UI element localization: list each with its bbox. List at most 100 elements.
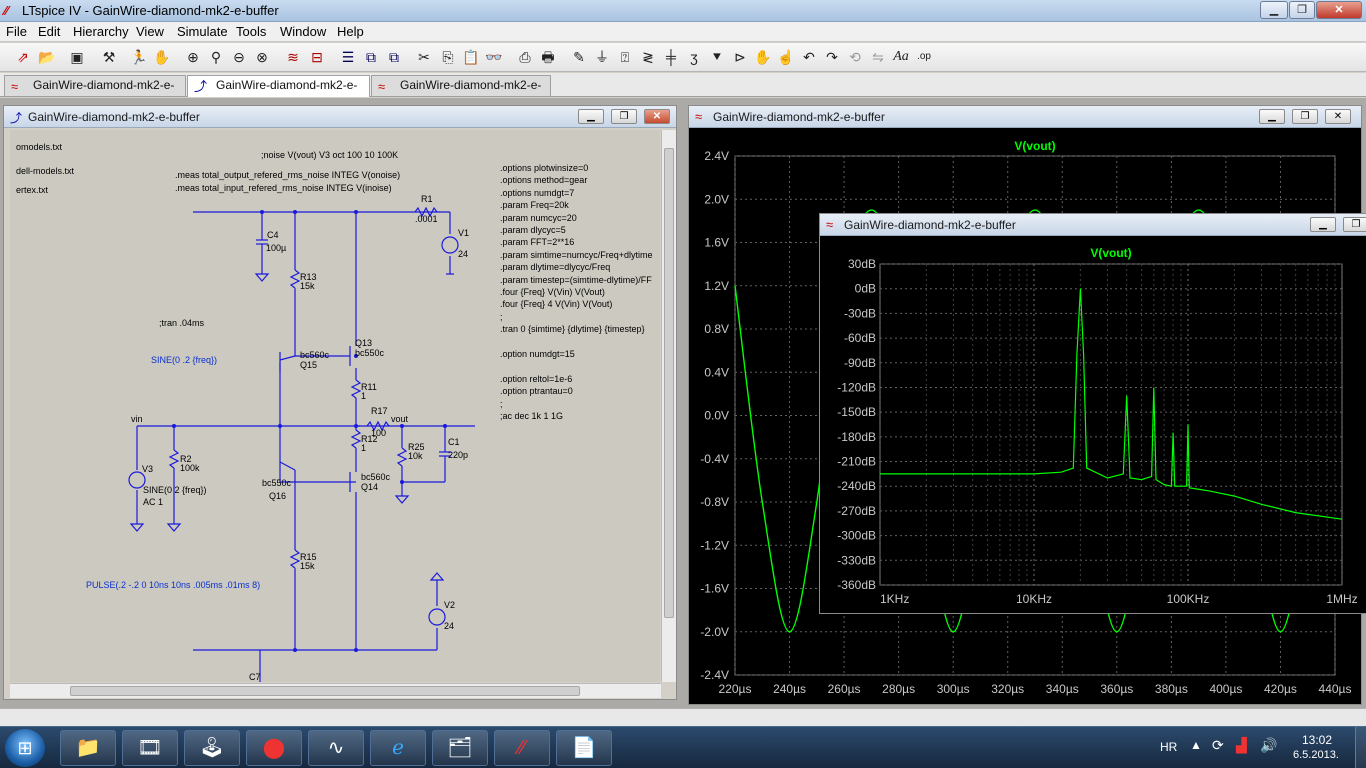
r17-label[interactable]: R17 bbox=[371, 406, 388, 416]
wire-icon[interactable]: ✎ bbox=[569, 47, 589, 67]
schematic-restore-button[interactable]: ❐ bbox=[611, 109, 637, 124]
q13-model[interactable]: bc550c bbox=[355, 348, 384, 358]
rotate-icon[interactable]: ⟲ bbox=[845, 47, 865, 67]
q16-model[interactable]: bc550c bbox=[262, 478, 291, 488]
notes-icon[interactable]: 📄 bbox=[556, 730, 612, 766]
transient-minimize-button[interactable]: ▁ bbox=[1259, 109, 1285, 124]
menu-edit[interactable]: Edit bbox=[38, 24, 60, 39]
menu-help[interactable]: Help bbox=[337, 24, 364, 39]
tile-vertical-icon[interactable]: ☰ bbox=[338, 47, 358, 67]
autoscale-icon[interactable]: ≋ bbox=[283, 47, 303, 67]
c4-value[interactable]: 100µ bbox=[266, 243, 286, 253]
schematic-window[interactable]: ⤴ GainWire-diamond-mk2-e-buffer ▁ ❐ ✕ om… bbox=[3, 105, 677, 700]
cascade-icon[interactable]: ⧉ bbox=[361, 47, 381, 67]
v3-ac[interactable]: AC 1 bbox=[143, 497, 163, 507]
transient-close-button[interactable]: ✕ bbox=[1325, 109, 1351, 124]
schematic-horizontal-scrollbar[interactable] bbox=[10, 683, 661, 698]
menu-tools[interactable]: Tools bbox=[236, 24, 266, 39]
spice-directive-icon[interactable]: .op bbox=[914, 47, 934, 67]
file-manager-icon[interactable]: 🗂 bbox=[432, 730, 488, 766]
tab-plot-1[interactable]: ≈GainWire-diamond-mk2-e-buffer bbox=[4, 75, 186, 111]
v3-label[interactable]: V3 bbox=[142, 464, 153, 474]
r15-value[interactable]: 15k bbox=[300, 561, 315, 571]
open-icon[interactable]: 📂 bbox=[37, 47, 57, 67]
oscilloscope-icon[interactable]: ∿ bbox=[308, 730, 364, 766]
r13-value[interactable]: 15k bbox=[300, 281, 315, 291]
q15-model[interactable]: bc560c bbox=[300, 350, 329, 360]
schematic-canvas[interactable]: omodels.txt dell-models.txt ertex.txt ;n… bbox=[10, 130, 660, 682]
menu-hierarchy[interactable]: Hierarchy bbox=[73, 24, 129, 39]
sync-icon[interactable]: ⟳ bbox=[1212, 737, 1224, 754]
meas-input-directive[interactable]: .meas total_input_refered_rms_noise INTE… bbox=[175, 183, 392, 193]
fft-plot-window[interactable]: ≈ GainWire-diamond-mk2-e-buffer ▁ ❐ 30dB… bbox=[819, 213, 1366, 614]
halt-icon[interactable]: ✋ bbox=[152, 47, 172, 67]
tab-plot-2[interactable]: ≈GainWire-diamond-mk2-e-buffer bbox=[371, 75, 551, 111]
q14-label[interactable]: Q14 bbox=[361, 482, 378, 492]
clock-time[interactable]: 13:02 bbox=[1302, 733, 1332, 747]
fft-plot-titlebar[interactable]: ≈ GainWire-diamond-mk2-e-buffer ▁ ❐ bbox=[820, 214, 1366, 236]
r1-label[interactable]: R1 bbox=[421, 194, 433, 204]
show-desktop-button[interactable] bbox=[1355, 727, 1366, 768]
v1-label[interactable]: V1 bbox=[458, 228, 469, 238]
antivirus-icon[interactable]: ⬤ bbox=[246, 730, 302, 766]
horizontal-scroll-thumb[interactable] bbox=[70, 686, 580, 696]
copy-icon[interactable]: ⎘ bbox=[438, 47, 458, 67]
menu-file[interactable]: File bbox=[6, 24, 27, 39]
sine-source-label[interactable]: SINE(0 .2 {freq}) bbox=[151, 355, 217, 365]
language-indicator[interactable]: HR bbox=[1160, 740, 1177, 754]
transient-restore-button[interactable]: ❐ bbox=[1292, 109, 1318, 124]
maximize-button[interactable]: ❐ bbox=[1289, 1, 1315, 19]
show-hidden-icons-icon[interactable]: ▲ bbox=[1190, 738, 1202, 752]
v2-value[interactable]: 24 bbox=[444, 621, 454, 631]
r2-value[interactable]: 100k bbox=[180, 463, 200, 473]
text-icon[interactable]: Aa bbox=[891, 47, 911, 67]
q16-label[interactable]: Q16 bbox=[269, 491, 286, 501]
control-panel-icon[interactable]: ⚒ bbox=[99, 47, 119, 67]
schematic-minimize-button[interactable]: ▁ bbox=[578, 109, 604, 124]
menu-view[interactable]: View bbox=[136, 24, 164, 39]
v1-value[interactable]: 24 bbox=[458, 249, 468, 259]
q14-model[interactable]: bc560c bbox=[361, 472, 390, 482]
resistor-icon[interactable]: ≷ bbox=[638, 47, 658, 67]
schematic-vertical-scrollbar[interactable] bbox=[661, 130, 676, 682]
mirror-icon[interactable]: ⇋ bbox=[868, 47, 888, 67]
zoom-out-icon[interactable]: ⊖ bbox=[229, 47, 249, 67]
r25-value[interactable]: 10k bbox=[408, 451, 423, 461]
undo-icon[interactable]: ↶ bbox=[799, 47, 819, 67]
find-icon[interactable]: 👓 bbox=[484, 47, 504, 67]
schematic-close-button[interactable]: ✕ bbox=[644, 109, 670, 124]
schematic-window-titlebar[interactable]: ⤴ GainWire-diamond-mk2-e-buffer ▁ ❐ ✕ bbox=[4, 106, 676, 128]
redo-icon[interactable]: ↷ bbox=[822, 47, 842, 67]
fft-restore-button[interactable]: ❐ bbox=[1343, 217, 1366, 232]
network-icon[interactable]: ▟ bbox=[1236, 737, 1247, 754]
tab-schematic[interactable]: ⤴GainWire-diamond-mk2-e-buffer bbox=[187, 75, 370, 111]
v3-value[interactable]: SINE(0 2 {freq}) bbox=[143, 485, 207, 495]
media-icon[interactable]: 🎞 bbox=[122, 730, 178, 766]
start-button[interactable]: ⊞ bbox=[5, 729, 45, 767]
fft-minimize-button[interactable]: ▁ bbox=[1310, 217, 1336, 232]
label-net-icon[interactable]: ⍰ bbox=[615, 47, 635, 67]
clock-date[interactable]: 6.5.2013. bbox=[1293, 749, 1339, 761]
joystick-icon[interactable]: 🕹 bbox=[184, 730, 240, 766]
r17-value[interactable]: 100 bbox=[371, 428, 386, 438]
q13-label[interactable]: Q13 bbox=[355, 338, 372, 348]
vertical-scroll-thumb[interactable] bbox=[664, 148, 674, 618]
noise-directive[interactable]: ;noise V(vout) V3 oct 100 10 100K bbox=[261, 150, 398, 160]
r11-value[interactable]: 1 bbox=[361, 391, 366, 401]
transient-plot-titlebar[interactable]: ≈ GainWire-diamond-mk2-e-buffer ▁ ❐ ✕ bbox=[689, 106, 1361, 128]
minimize-button[interactable]: ▁ bbox=[1260, 1, 1288, 19]
q15-label[interactable]: Q15 bbox=[300, 360, 317, 370]
open-schematic-icon[interactable]: ⇗ bbox=[13, 47, 33, 67]
save-icon[interactable]: ▣ bbox=[67, 47, 87, 67]
internet-explorer-icon[interactable]: ℯ bbox=[370, 730, 426, 766]
component-icon[interactable]: ⊳ bbox=[730, 47, 750, 67]
include-file-1[interactable]: omodels.txt bbox=[16, 142, 62, 152]
net-label-vin[interactable]: vin bbox=[131, 414, 143, 424]
r12-value[interactable]: 1 bbox=[361, 443, 366, 453]
meas-output-directive[interactable]: .meas total_output_refered_rms_noise INT… bbox=[175, 170, 400, 180]
include-file-3[interactable]: ertex.txt bbox=[16, 185, 48, 195]
paste-icon[interactable]: 📋 bbox=[461, 47, 481, 67]
v2-label[interactable]: V2 bbox=[444, 600, 455, 610]
include-file-2[interactable]: dell-models.txt bbox=[16, 166, 74, 176]
c7-label[interactable]: C7 bbox=[249, 672, 261, 682]
